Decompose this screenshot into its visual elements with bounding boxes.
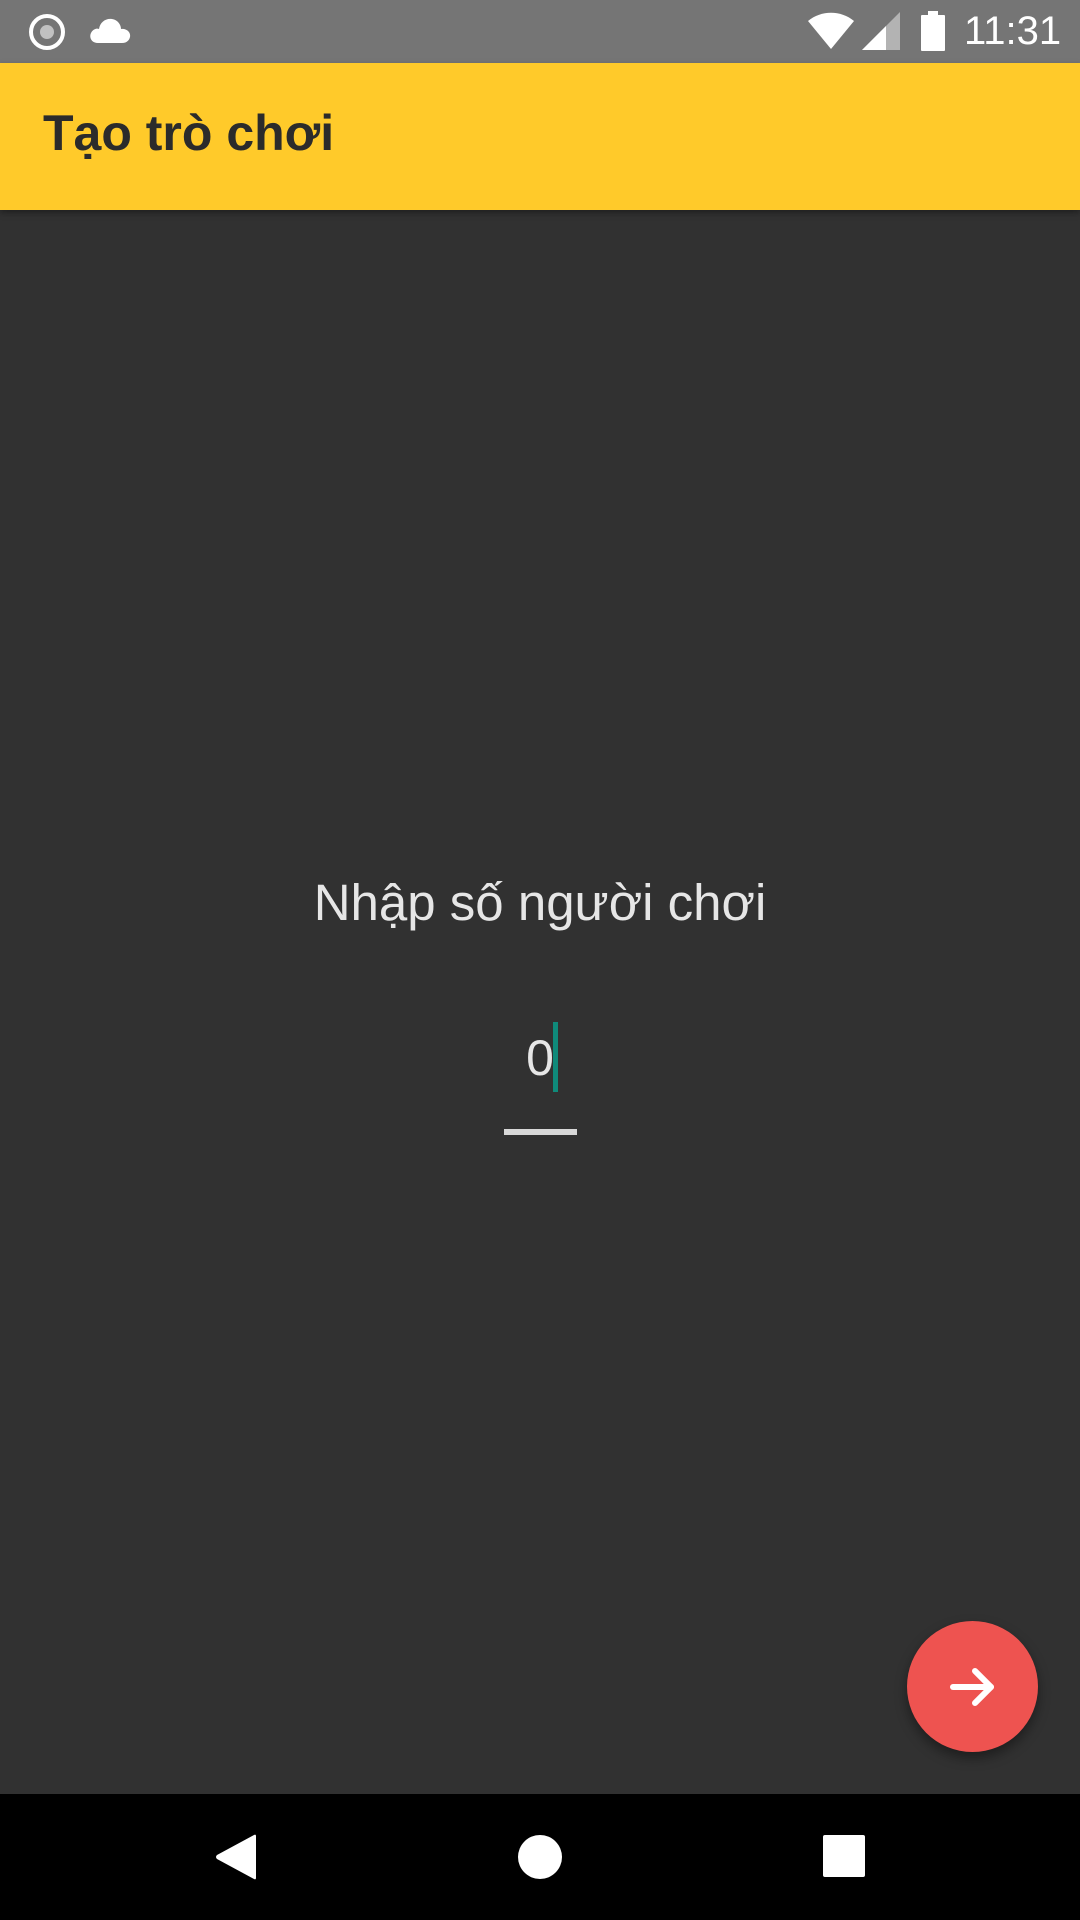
system-nav-bar [0, 1794, 1080, 1920]
recents-icon[interactable] [822, 1834, 866, 1878]
player-count-prompt: Nhập số người chơi [313, 874, 767, 931]
app-bar: Tạo trò chơi [0, 63, 1080, 210]
page-title: Tạo trò chơi [43, 105, 335, 161]
text-cursor [553, 1022, 558, 1092]
next-button[interactable] [907, 1621, 1038, 1752]
status-time: 11:31 [964, 9, 1062, 53]
screen: 11:31 Tạo trò chơi Nhập số người chơi [0, 0, 1080, 1920]
record-icon [29, 14, 65, 50]
player-count-input[interactable] [500, 1018, 580, 1098]
cloud-icon [90, 18, 131, 43]
arrow-right-icon [949, 1667, 994, 1706]
wifi-icon [808, 12, 854, 49]
battery-icon [921, 11, 945, 51]
back-icon[interactable] [214, 1834, 258, 1880]
home-icon[interactable] [517, 1834, 563, 1880]
cell-signal-icon [862, 12, 900, 50]
status-bar: 11:31 [0, 0, 1080, 63]
input-underline [504, 1129, 577, 1135]
player-count-field[interactable] [500, 1018, 580, 1138]
